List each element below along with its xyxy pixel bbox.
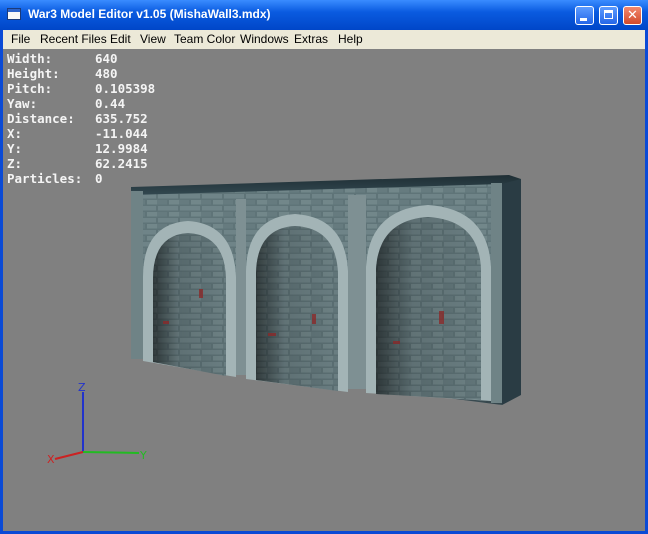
menu-view[interactable]: View [140, 32, 166, 46]
arch-middle [246, 214, 348, 392]
minimize-icon [580, 18, 587, 21]
menu-team-color[interactable]: Team Color [174, 32, 235, 46]
close-button[interactable]: ✕ [623, 6, 642, 25]
menu-file[interactable]: File [11, 32, 30, 46]
pillar [131, 191, 143, 359]
axis-gizmo: Z Y X [47, 381, 147, 466]
minimize-button[interactable] [575, 6, 594, 25]
z-axis-label: Z [78, 381, 86, 394]
maximize-button[interactable] [599, 6, 618, 25]
window-icon[interactable] [7, 8, 21, 20]
window-title: War3 Model Editor v1.05 (MishaWall3.mdx) [28, 7, 271, 21]
title-bar[interactable]: War3 Model Editor v1.05 (MishaWall3.mdx)… [0, 0, 648, 30]
pillar [491, 183, 502, 403]
pillar [236, 199, 246, 375]
menu-bar: File Recent Files Edit View Team Color W… [3, 30, 645, 49]
menu-windows[interactable]: Windows [240, 32, 289, 46]
app-window: War3 Model Editor v1.05 (MishaWall3.mdx)… [0, 0, 648, 534]
y-axis-label: Y [139, 449, 147, 462]
menu-edit[interactable]: Edit [110, 32, 131, 46]
menu-help[interactable]: Help [338, 32, 363, 46]
model-viewport[interactable]: Z Y X Width: 640 Height: 480 Pitch: 0.10539… [3, 49, 645, 531]
wall-model [131, 175, 521, 405]
arch-right [366, 205, 491, 401]
x-axis-line [54, 451, 84, 460]
y-axis-line [82, 451, 140, 454]
wall-side-face [502, 179, 521, 405]
maximize-icon [604, 10, 613, 19]
x-axis-label: X [47, 453, 55, 466]
menu-recent-files[interactable]: Recent Files [40, 32, 107, 46]
arch-left [143, 221, 236, 377]
close-icon: ✕ [627, 8, 638, 23]
pillar [348, 195, 366, 389]
menu-extras[interactable]: Extras [294, 32, 328, 46]
